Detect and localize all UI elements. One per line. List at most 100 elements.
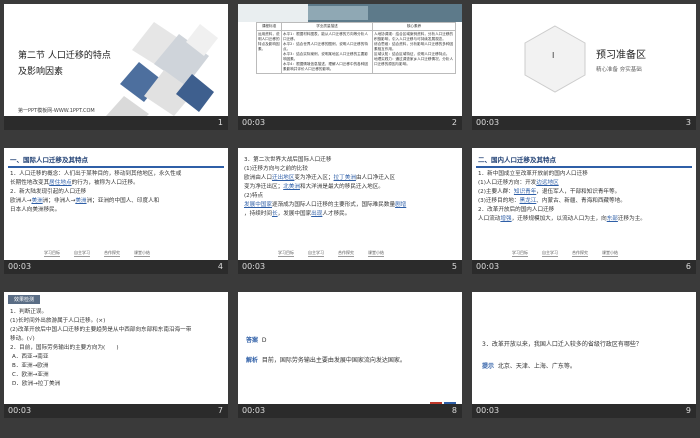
answer: 美洲 <box>31 198 43 204</box>
slide-4[interactable]: 一、国际人口迁移及其特点 1．人口迁移的概念：人们出于某种目的，移动到其他地区，… <box>4 148 228 274</box>
answer: 发展中国家 <box>244 202 272 208</box>
answer: 拉丁美洲 <box>333 175 356 181</box>
slide-7[interactable]: 效果检测 1．判断正误。 (1)长时间外出旅游属于人口迁移。(×) (2)改革开… <box>4 292 228 418</box>
slide-time: 00:03 <box>242 118 266 127</box>
slide7-line2: (1)长时间外出旅游属于人口迁移。(×) <box>10 318 106 324</box>
slide-time: 00:03 <box>476 262 500 271</box>
slide6-line4: (3)迁移目的地：黑龙江、内蒙古、新疆、青海和西藏等地。 <box>478 197 626 205</box>
corner-buttons <box>430 394 456 409</box>
slide5-line3: 欧洲由人口迁出地区变为净迁入区；拉丁美洲由人口净迁入区 <box>244 174 395 182</box>
text: 欧洲由人口 <box>244 175 272 181</box>
answer: 知识青年 <box>513 189 537 195</box>
slide6-line6: 人口流动增强，迁移规模加大，以流动人口为主，向东部迁移为主。 <box>478 215 646 223</box>
text: (3)迁移目的地： <box>478 198 520 204</box>
cover-footer: 第一PPT模板网-WWW.1PPT.COM <box>18 108 95 114</box>
hint-text: 北京、天津、上海、广东等。 <box>497 363 576 370</box>
slide-2[interactable]: 课程标准 学业质量描述 核心素养 运用资料，说明人口迁移的特点及影响因素。 水平… <box>238 4 462 130</box>
hint-row: 提示 北京、天津、上海、广东等。 <box>482 362 576 371</box>
slide-3[interactable]: I 预习准备区 精心准备 夯实基础 00:03 3 <box>472 4 696 130</box>
slide4-line3: 2．新大陆发现引起的人口迁移 <box>10 189 87 195</box>
explanation-label: 解析 <box>246 357 259 364</box>
nav-item[interactable]: 课堂小结 <box>368 250 384 257</box>
heading-underline <box>8 166 224 168</box>
slide-number: 1 <box>217 118 223 127</box>
slide7-line1: 1．判断正误。 <box>10 309 48 315</box>
answer: 北美洲 <box>283 184 300 190</box>
cell-literacy: 人地协调观：结合区域案例资料，分析人口迁移的积极影响，引入人口迁移与可持续发展观… <box>372 30 456 74</box>
option-c[interactable]: C．欧洲→亚洲 <box>12 371 49 379</box>
slide5-line4: 变为净迁出区；北美洲和大洋洲是最大的移民迁入地区。 <box>244 183 384 191</box>
nav-item[interactable]: 学习目标 <box>512 250 528 257</box>
slide-time: 00:03 <box>242 262 266 271</box>
literacy-1: 人地协调观：结合区域案例资料，分析人口迁移的积极影响，引入人口迁移与可持续发展观… <box>374 32 454 41</box>
answer: 东部 <box>606 216 618 222</box>
slide-time: 00:03 <box>8 406 32 415</box>
nav-item[interactable]: 合作探究 <box>104 250 120 257</box>
slide6-line1: 1．新中国成立至改革开放前的国内人口迁移 <box>478 171 588 177</box>
nav-item[interactable]: 课堂小结 <box>134 250 150 257</box>
hexagon-badge <box>524 25 586 93</box>
nav-item[interactable]: 自主学习 <box>542 250 558 257</box>
option-d[interactable]: D．欧洲→拉丁美洲 <box>12 380 60 388</box>
slide-bar: 00:03 7 <box>4 404 228 418</box>
slide-nav[interactable]: 学习目标 自主学习 合作探究 课堂小结 <box>512 250 632 257</box>
nav-item[interactable]: 合作探究 <box>338 250 354 257</box>
slide-bar: 00:03 8 <box>238 404 462 418</box>
slide-1[interactable]: 第二节 人口迁移的特点 及影响因素 第一PPT模板网-WWW.1PPT.COM … <box>4 4 228 130</box>
text: 、内蒙古、新疆、青海和西藏等地。 <box>536 198 626 204</box>
hint-label: 提示 <box>482 363 495 370</box>
quality-l4: 水平4：根据情境信息描述，理解人口迁移中的各种因素影响并评价人口迁移的影响。 <box>283 62 368 71</box>
nav-item[interactable]: 自主学习 <box>74 250 90 257</box>
text: 欧洲人→ <box>10 198 32 204</box>
text: ，发展中国家 <box>277 211 312 217</box>
answer: 黑龙江 <box>519 198 537 204</box>
slide-bar: 00:03 6 <box>472 260 696 274</box>
explanation-text: 目前，国际劳务输出主要由发展中国家流向发达国家。 <box>261 357 406 364</box>
slide-6[interactable]: 二、国内人口迁移及其特点 1．新中国成立至改革开放前的国内人口迁移 (1)人口迁… <box>472 148 696 274</box>
slide-number: 2 <box>451 118 457 127</box>
text: 迁移为主。 <box>617 216 646 222</box>
quality-l3: 水平3：结合实际案例，说明某地区人口迁移的主要影响因素。 <box>283 52 368 61</box>
answer: 出现 <box>311 211 323 217</box>
text: 由人口净迁入区 <box>355 175 396 181</box>
slide-9[interactable]: 3．改革开放以来，我国人口迁入较多的省级行政区有哪些？ 提示 北京、天津、上海、… <box>472 292 696 418</box>
text: 人口流动 <box>478 216 501 222</box>
nav-item[interactable]: 学习目标 <box>278 250 294 257</box>
answer: 美洲 <box>75 198 87 204</box>
slide-nav[interactable]: 学习目标 自主学习 合作探究 课堂小结 <box>278 250 398 257</box>
slide-bar: 00:03 3 <box>472 116 696 130</box>
slide-nav[interactable]: 学习目标 自主学习 合作探究 课堂小结 <box>44 250 164 257</box>
quality-l2: 水平2：结合世界人口迁移的图例，说明人口迁移的特点。 <box>283 42 368 51</box>
text: ，迁移规模加大，以流动人口为主，向 <box>511 216 607 222</box>
slide6-line5: 2．改革开放后的国内人口迁移 <box>478 207 555 213</box>
nav-item[interactable]: 课堂小结 <box>602 250 618 257</box>
literacy-2: 综合思维：结合资料，分析影响人口迁移的多种因素相互作用。 <box>374 42 454 51</box>
slide-time: 00:03 <box>242 406 266 415</box>
nav-item[interactable]: 学习目标 <box>44 250 60 257</box>
slide7-line4: 移动。(√) <box>10 336 35 342</box>
slide7-line3: (2)改革开放后中国人口迁移的主要趋势是从中西部向东部和东南沿海一带 <box>10 327 192 333</box>
answer: 迁出地区 <box>271 175 295 181</box>
answer-label: 答案 <box>246 337 259 344</box>
answer: 居住地点 <box>49 180 72 186</box>
th-literacy: 核心素养 <box>372 22 456 31</box>
slide-number: 5 <box>451 262 457 271</box>
standards-table: 课程标准 学业质量描述 核心素养 运用资料，说明人口迁移的特点及影响因素。 水平… <box>256 22 456 74</box>
slide-5[interactable]: 3．第二次世界大战后国际人口迁移 (1)迁移方向与之前的比较 欧洲由人口迁出地区… <box>238 148 462 274</box>
cover-title-line1: 第二节 人口迁移的特点 <box>18 51 111 61</box>
text: 逐渐成为国际人口迁移的主要形式，国际难民数量 <box>271 202 396 208</box>
literacy-4: 地理实践力：通过调查家乡人口迁移情况，分析人口迁移的原因与影响。 <box>374 57 454 66</box>
slide-8[interactable]: 答案 D 解析 目前，国际劳务输出主要由发展中国家流向发达国家。 00:03 8 <box>238 292 462 418</box>
slide-number: 9 <box>685 406 691 415</box>
option-a[interactable]: A．西亚→南亚 <box>12 353 48 361</box>
slide-time: 00:03 <box>476 118 500 127</box>
nav-item[interactable]: 合作探究 <box>572 250 588 257</box>
option-b[interactable]: B．亚洲→欧洲 <box>12 362 49 370</box>
answer: 增强 <box>500 216 512 222</box>
answer-row: 答案 D <box>246 336 266 345</box>
slide6-line2: (1)人口迁移方向：开发边远地区 <box>478 179 559 187</box>
answer: 边远地区 <box>536 180 559 186</box>
text: 的行为，被称为人口迁移。 <box>71 180 139 186</box>
nav-item[interactable]: 自主学习 <box>308 250 324 257</box>
text: 长期性地改变其 <box>10 180 50 186</box>
